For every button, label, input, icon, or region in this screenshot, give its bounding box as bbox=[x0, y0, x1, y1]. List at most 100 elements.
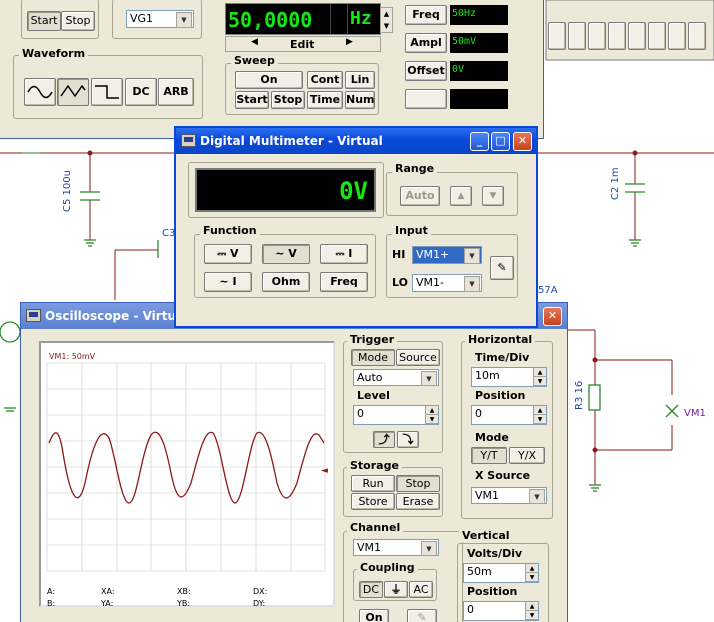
ampl-button[interactable]: Ampl bbox=[405, 33, 447, 53]
scope-screen[interactable]: VM1: 50mV ◄ A: B: XA: YA: XB: YB: DX: DY… bbox=[39, 341, 335, 608]
fg-source-select[interactable]: VG1 bbox=[126, 10, 194, 28]
dc-volt-button[interactable]: ⎓ V bbox=[204, 244, 252, 264]
coupling-dc-button[interactable]: DC bbox=[359, 581, 383, 598]
coupling-gnd-button[interactable]: ⏚ bbox=[384, 581, 408, 598]
multimeter-close-button[interactable]: ✕ bbox=[513, 132, 532, 151]
offset-button[interactable]: Offset bbox=[405, 61, 447, 81]
ac-volt-button[interactable]: ∼ V bbox=[262, 244, 310, 264]
strip-button-1[interactable] bbox=[548, 22, 566, 50]
coupling-label: Coupling bbox=[357, 561, 418, 574]
multimeter-titlebar[interactable]: Digital Multimeter - Virtual _ □ ✕ bbox=[176, 128, 536, 154]
dc-current-label: I bbox=[348, 247, 353, 260]
storage-run-button[interactable]: Run bbox=[351, 475, 395, 492]
v-position-input[interactable]: 0 ▲ ▼ bbox=[463, 601, 539, 621]
strip-button-3[interactable] bbox=[588, 22, 606, 50]
sweep-start-button[interactable]: Start bbox=[235, 91, 269, 109]
strip-button-2[interactable] bbox=[568, 22, 586, 50]
rising-edge-button[interactable]: ⤴ bbox=[373, 431, 395, 448]
storage-store-button[interactable]: Store bbox=[351, 493, 395, 510]
level-input[interactable]: 0 ▲ ▼ bbox=[353, 405, 439, 425]
level-spinner[interactable]: ▲ ▼ bbox=[425, 406, 438, 424]
sweep-cont-button[interactable]: Cont bbox=[307, 71, 343, 89]
ampl-value[interactable]: 50mV bbox=[450, 33, 508, 53]
waveform-label: Waveform bbox=[19, 47, 89, 60]
arb-wave-button[interactable]: ARB bbox=[158, 78, 194, 106]
mm-display: 0V bbox=[195, 168, 376, 212]
x-source-select[interactable]: VM1 bbox=[471, 487, 547, 504]
hi-select[interactable]: VM1+ bbox=[412, 246, 482, 264]
coupling-ac-button[interactable]: AC bbox=[409, 581, 433, 598]
fg-start-button[interactable]: Start bbox=[27, 11, 61, 31]
strip-button-6[interactable] bbox=[648, 22, 666, 50]
ac-volt-label: V bbox=[288, 247, 297, 260]
multimeter-minimize-button[interactable]: _ bbox=[470, 132, 489, 151]
sweep-lin-button[interactable]: Lin bbox=[345, 71, 375, 89]
ac-current-label: I bbox=[232, 275, 237, 288]
ohm-button[interactable]: Ohm bbox=[262, 272, 310, 292]
readout-a: A: bbox=[47, 587, 56, 596]
channel-select[interactable]: VM1 bbox=[353, 539, 439, 556]
probe-button[interactable]: ✎ bbox=[407, 609, 437, 622]
time-div-input[interactable]: 10m ▲ ▼ bbox=[471, 367, 547, 387]
time-div-spinner[interactable]: ▲ ▼ bbox=[533, 368, 546, 386]
dc-volt-label: V bbox=[230, 247, 239, 260]
sine-wave-button[interactable] bbox=[24, 78, 56, 106]
trigger-mode-tab[interactable]: Mode bbox=[351, 349, 395, 366]
storage-erase-button[interactable]: Erase bbox=[396, 493, 440, 510]
sweep-stop-button[interactable]: Stop bbox=[271, 91, 305, 109]
channel-label: Channel bbox=[347, 521, 404, 534]
range-label: Range bbox=[392, 162, 438, 175]
multimeter-maximize-button[interactable]: □ bbox=[491, 132, 510, 151]
time-div-value: 10m bbox=[475, 369, 500, 382]
offset-value[interactable]: 0V bbox=[450, 61, 508, 81]
edit-left-arrow-icon[interactable]: ◀ bbox=[251, 37, 258, 47]
storage-label: Storage bbox=[347, 459, 402, 472]
range-auto-button[interactable]: Auto bbox=[400, 186, 440, 206]
dc-current-button[interactable]: ⎓ I bbox=[320, 244, 368, 264]
channel-on-button[interactable]: On bbox=[359, 609, 389, 622]
r3-label: R3 16 bbox=[574, 380, 585, 410]
triangle-wave-button[interactable] bbox=[57, 78, 89, 106]
fg-display-spinner[interactable]: ▲ ▼ bbox=[380, 7, 393, 33]
extra-param-button[interactable] bbox=[405, 89, 447, 109]
v-position-spinner[interactable]: ▲ ▼ bbox=[525, 602, 538, 620]
lo-select[interactable]: VM1- bbox=[412, 274, 482, 292]
sweep-on-button[interactable]: On bbox=[235, 71, 303, 89]
edit-right-arrow-icon[interactable]: ▶ bbox=[346, 37, 353, 47]
edit-label[interactable]: Edit bbox=[290, 38, 314, 51]
falling-edge-button[interactable]: ⤵ bbox=[397, 431, 419, 448]
volts-div-spinner[interactable]: ▲ ▼ bbox=[525, 564, 538, 582]
strip-button-7[interactable] bbox=[668, 22, 686, 50]
h-mode-label: Mode bbox=[475, 431, 509, 444]
oscilloscope-close-button[interactable]: ✕ bbox=[543, 307, 562, 326]
fg-stop-button[interactable]: Stop bbox=[61, 11, 95, 31]
strip-button-8[interactable] bbox=[688, 22, 706, 50]
yx-mode-button[interactable]: Y/X bbox=[509, 447, 545, 464]
strip-button-5[interactable] bbox=[628, 22, 646, 50]
ac-symbol-icon: ∼ bbox=[219, 275, 229, 288]
sweep-time-button[interactable]: Time bbox=[307, 91, 343, 109]
trigger-source-tab[interactable]: Source bbox=[396, 349, 440, 366]
h-position-input[interactable]: 0 ▲ ▼ bbox=[471, 405, 547, 425]
lo-label: LO bbox=[392, 276, 408, 289]
strip-button-4[interactable] bbox=[608, 22, 626, 50]
volts-div-input[interactable]: 50m ▲ ▼ bbox=[463, 563, 539, 583]
storage-stop-button[interactable]: Stop bbox=[396, 475, 440, 492]
dc-symbol-icon: ⎓ bbox=[335, 247, 345, 260]
freq-button[interactable]: Freq bbox=[405, 5, 447, 25]
ac-symbol-icon: ∼ bbox=[275, 247, 285, 260]
freq-value[interactable]: 50Hz bbox=[450, 5, 508, 25]
square-wave-button[interactable] bbox=[91, 78, 123, 106]
range-up-button[interactable]: ▲ bbox=[450, 186, 472, 206]
input-label: Input bbox=[392, 224, 431, 237]
sweep-num-button[interactable]: Num bbox=[345, 91, 375, 109]
trigger-mode-select[interactable]: Auto bbox=[353, 369, 439, 386]
h-position-spinner[interactable]: ▲ ▼ bbox=[533, 406, 546, 424]
yt-mode-button[interactable]: Y/T bbox=[471, 447, 507, 464]
vm1-label: VM1 bbox=[684, 408, 706, 419]
ac-current-button[interactable]: ∼ I bbox=[204, 272, 252, 292]
freq-measure-button[interactable]: Freq bbox=[320, 272, 368, 292]
range-down-button[interactable]: ▼ bbox=[482, 186, 504, 206]
dc-wave-button[interactable]: DC bbox=[125, 78, 157, 106]
probe-pen-button[interactable]: ✎ bbox=[490, 256, 514, 280]
